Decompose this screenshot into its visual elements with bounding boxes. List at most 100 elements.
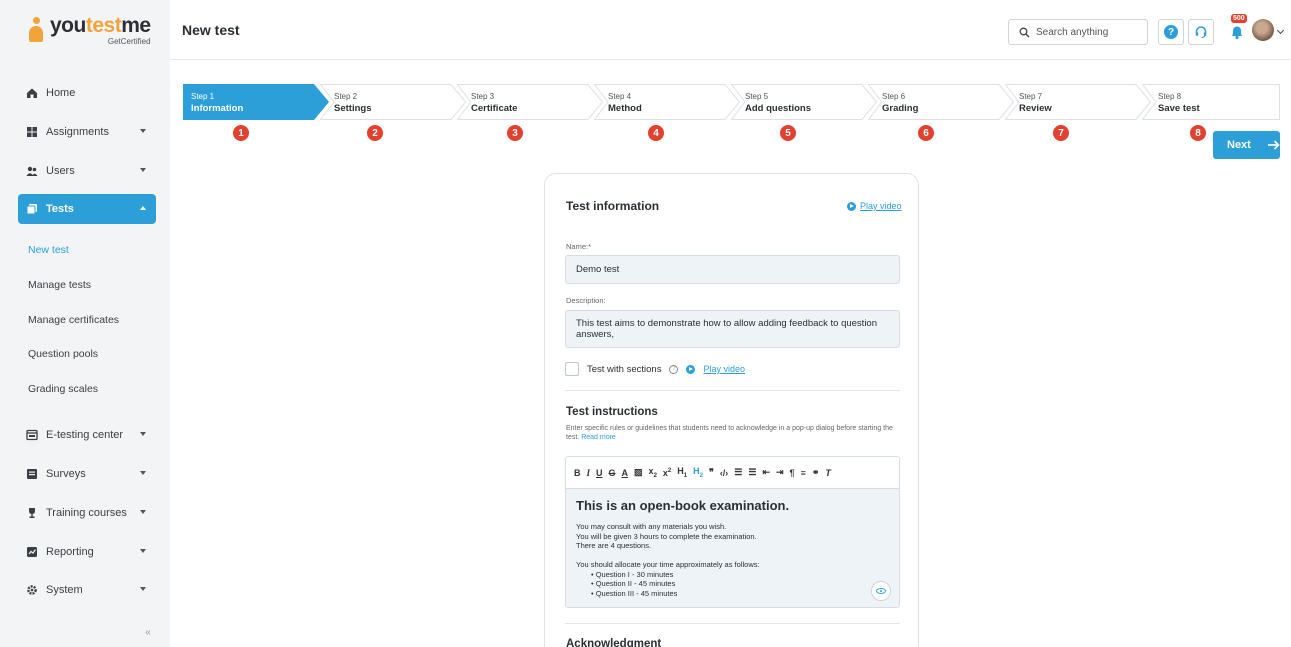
sidebar-item-tests[interactable]: Tests <box>18 194 156 225</box>
ordered-list-icon[interactable]: ☰ <box>734 467 742 478</box>
quote-icon[interactable]: ❞ <box>709 467 714 478</box>
page-title: New test <box>182 22 240 38</box>
step-arrow-shape <box>594 84 740 120</box>
step-number-label: Step 6 <box>882 92 906 101</box>
play-video-link[interactable]: Play video <box>847 201 902 211</box>
avatar[interactable] <box>1252 19 1274 41</box>
test-with-sections-checkbox[interactable] <box>565 362 579 376</box>
step-certificate[interactable]: Step 3 Certificate <box>457 84 603 120</box>
sidebar-item-surveys[interactable]: Surveys <box>18 459 156 489</box>
italic-icon[interactable]: I <box>587 468 591 478</box>
step-method[interactable]: Step 4 Method <box>594 84 740 120</box>
play-video-label: Play video <box>860 201 902 211</box>
training-icon <box>26 507 38 519</box>
support-button[interactable] <box>1188 19 1214 45</box>
font-color-icon[interactable]: A <box>622 468 629 478</box>
chevron-down-icon[interactable] <box>1276 26 1285 35</box>
step-marker-2: 2 <box>367 125 383 141</box>
code-icon[interactable]: ‹/› <box>720 468 729 478</box>
step-arrow-shape <box>868 84 1014 120</box>
bold-icon[interactable]: B <box>574 468 581 478</box>
editor-content[interactable]: This is an open-book examination. You ma… <box>566 489 899 607</box>
sidebar-item-label: Assignments <box>46 125 109 138</box>
chevron-down-icon <box>140 432 146 437</box>
read-more-link[interactable]: Read more <box>581 434 616 441</box>
preview-button[interactable] <box>871 581 891 601</box>
step-settings[interactable]: Step 2 Settings <box>320 84 466 120</box>
e-testing-icon <box>26 429 38 441</box>
step-marker-7: 7 <box>1053 125 1069 141</box>
chevron-up-icon <box>140 206 146 211</box>
step-information[interactable]: Step 1 Information <box>183 84 329 120</box>
description-label: Description: <box>566 296 606 305</box>
step-arrow-shape <box>320 84 466 120</box>
superscript-icon[interactable]: x2 <box>663 468 671 478</box>
step-arrow-shape <box>1142 84 1280 120</box>
search-input[interactable]: Search anything <box>1008 19 1148 45</box>
question-mark-icon[interactable]: ? <box>669 364 679 374</box>
sidebar-item-system[interactable]: System <box>18 575 156 605</box>
name-field[interactable]: Demo test <box>565 255 900 284</box>
topbar: New test Search anything ? 500 <box>170 0 1291 60</box>
sidebar-subitem-question-pools[interactable]: Question pools <box>0 337 170 372</box>
indent-icon[interactable]: ⇥ <box>776 467 784 478</box>
background-color-icon[interactable]: ▨ <box>634 467 643 478</box>
logo[interactable]: youtestme GetCertified <box>0 0 170 60</box>
chevron-down-icon <box>140 167 146 172</box>
editor-line: You will be given 3 hours to complete th… <box>576 531 757 541</box>
description-field[interactable]: This test aims to demonstrate how to all… <box>565 310 900 348</box>
editor-heading: This is an open-book examination. <box>576 498 790 513</box>
step-review[interactable]: Step 7 Review <box>1005 84 1151 120</box>
step-save-test[interactable]: Step 8 Save test <box>1142 84 1280 120</box>
align-icon[interactable]: ≡ <box>801 468 806 478</box>
editor-bullet: • Question III - 45 minutes <box>591 588 678 598</box>
sidebar-item-label: Home <box>46 87 76 99</box>
clear-format-icon[interactable]: T <box>825 468 831 478</box>
step-name: Grading <box>882 103 919 114</box>
step-marker-6: 6 <box>918 125 934 141</box>
sidebar-subitem-manage-certificates[interactable]: Manage certificates <box>0 302 170 337</box>
notification-count-badge: 500 <box>1231 14 1247 23</box>
subscript-icon[interactable]: x2 <box>649 466 657 479</box>
next-button-label: Next <box>1227 139 1251 151</box>
step-name: Information <box>191 103 244 114</box>
text-direction-icon[interactable]: ¶ <box>790 468 795 478</box>
sidebar-item-label: Training courses <box>46 506 127 519</box>
logo-icon <box>28 17 44 43</box>
sidebar-item-reporting[interactable]: Reporting <box>18 537 156 567</box>
step-arrow-shape <box>183 84 329 120</box>
step-arrow-shape <box>457 84 603 120</box>
test-instructions-description: Enter specific rules or guidelines that … <box>566 425 893 441</box>
sections-play-video-link[interactable]: Play video <box>703 364 745 374</box>
step-name: Certificate <box>471 103 518 114</box>
step-grading[interactable]: Step 6 Grading <box>868 84 1014 120</box>
sidebar-item-e-testing-center[interactable]: E-testing center <box>18 420 156 450</box>
collapse-sidebar-button[interactable]: « <box>141 626 155 640</box>
help-button[interactable]: ? <box>1158 19 1184 45</box>
strikethrough-icon[interactable]: G <box>609 468 616 478</box>
editor-toolbar: B I U G A ▨ x2 x2 H1 H2 ❞ ‹/› ☰ ☰ ⇤ ⇥ ¶ … <box>566 457 899 489</box>
bullet-list-icon[interactable]: ☰ <box>748 467 756 478</box>
sidebar-item-label: E-testing center <box>46 429 124 442</box>
heading-1-icon[interactable]: H1 <box>677 466 687 479</box>
gear-icon <box>26 584 38 596</box>
sidebar-subitem-manage-tests[interactable]: Manage tests <box>0 268 170 303</box>
heading-2-icon[interactable]: H2 <box>693 466 703 479</box>
link-icon[interactable]: ⚭ <box>812 467 820 478</box>
step-name: Settings <box>334 103 372 114</box>
underline-icon[interactable]: U <box>596 468 603 478</box>
eye-icon <box>876 588 886 594</box>
sidebar-subitem-new-test[interactable]: New test <box>0 233 170 268</box>
sidebar-item-training-courses[interactable]: Training courses <box>18 498 156 528</box>
next-button[interactable]: Next <box>1213 131 1280 159</box>
play-icon <box>847 201 856 211</box>
sidebar-item-home[interactable]: Home <box>18 78 156 108</box>
step-number-label: Step 5 <box>745 92 769 101</box>
sidebar-item-assignments[interactable]: Assignments <box>18 117 156 147</box>
sidebar-subitem-grading-scales[interactable]: Grading scales <box>0 372 170 407</box>
outdent-icon[interactable]: ⇤ <box>762 467 770 478</box>
divider <box>565 390 900 391</box>
test-instructions-title: Test instructions <box>566 406 658 418</box>
sidebar-item-users[interactable]: Users <box>18 156 156 186</box>
step-add-questions[interactable]: Step 5 Add questions <box>731 84 877 120</box>
